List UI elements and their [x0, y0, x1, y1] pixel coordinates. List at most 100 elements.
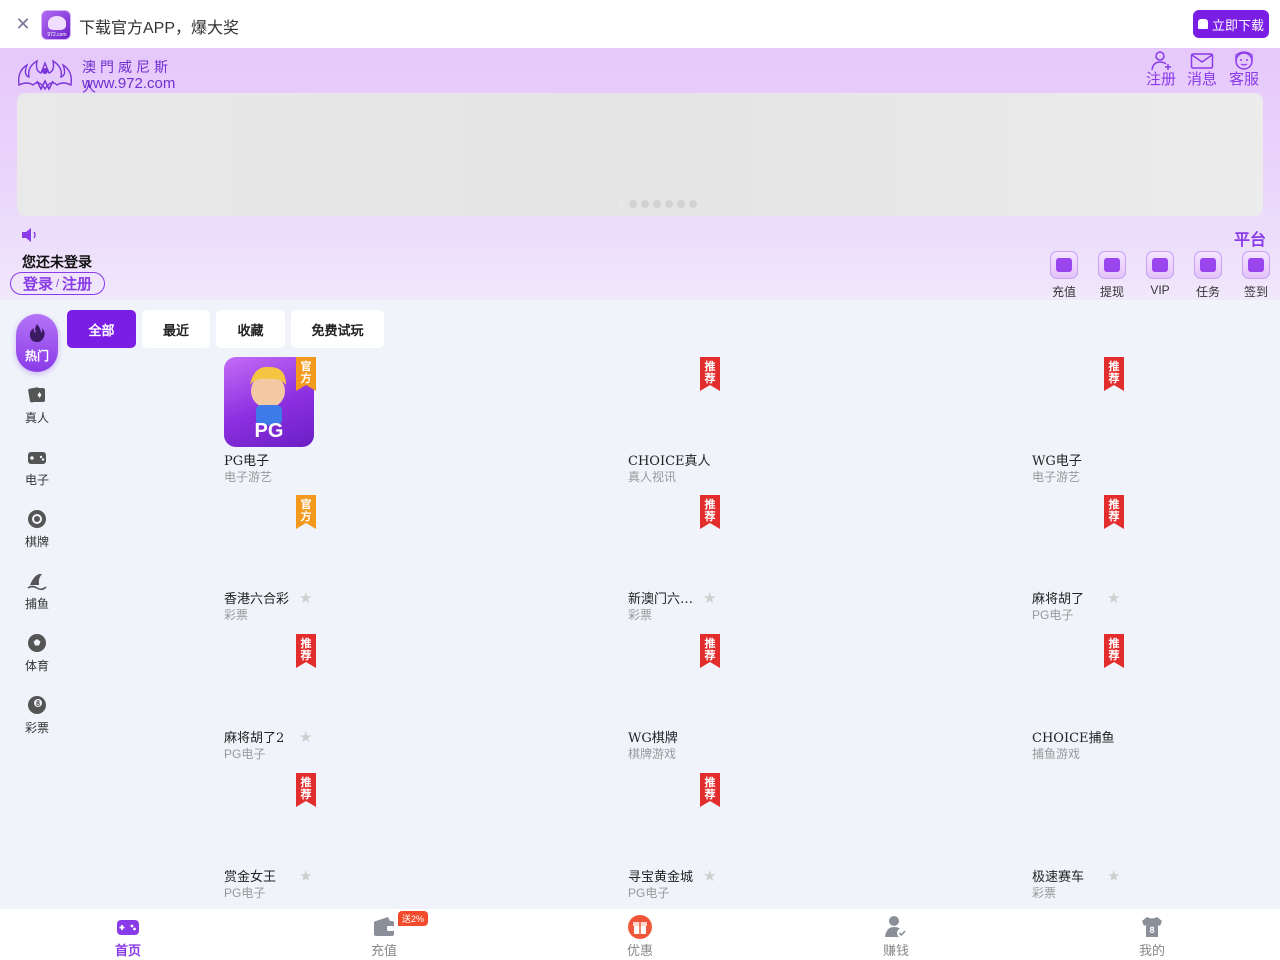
- carousel-dots: [617, 200, 697, 208]
- quick-vip-label: VIP: [1150, 283, 1170, 297]
- login-label: 登录: [22, 276, 53, 293]
- pg-logo-text: PG: [255, 420, 284, 442]
- game-card[interactable]: 推荐麻将胡了 ★ PG电子: [1032, 495, 1262, 625]
- favorite-star-icon[interactable]: ★: [1107, 589, 1120, 607]
- game-card[interactable]: 推荐 WG电子 电子游艺: [1032, 357, 1262, 487]
- category-live[interactable]: 真人: [16, 376, 58, 434]
- gamepad-icon: [28, 451, 46, 464]
- badge-char: 推: [705, 775, 716, 789]
- carousel-dot[interactable]: [641, 200, 649, 208]
- badge-char: 推: [705, 497, 716, 511]
- quick-checkin[interactable]: 签到: [1236, 251, 1276, 300]
- favorite-star-icon[interactable]: ★: [703, 589, 716, 607]
- game-card[interactable]: 推荐赏金女王 ★ PG电子: [224, 773, 454, 903]
- filter-free-trial[interactable]: 免费试玩: [291, 310, 384, 348]
- game-card[interactable]: 推荐 WG棋牌 棋牌游戏: [628, 634, 858, 764]
- game-title: 赏金女王: [224, 870, 277, 885]
- quick-recharge[interactable]: 充值: [1044, 251, 1084, 300]
- tab-home[interactable]: 首页: [98, 915, 158, 959]
- gamepad-icon: [117, 920, 139, 935]
- download-now-button[interactable]: 立即下载: [1193, 10, 1269, 38]
- carousel-dot[interactable]: [617, 200, 625, 208]
- category-slots-label: 电子: [24, 472, 49, 487]
- messages-button[interactable]: 消息: [1185, 50, 1219, 92]
- game-title: 麻将胡了: [1032, 592, 1085, 607]
- category-chess[interactable]: 棋牌: [16, 500, 58, 558]
- carousel-dot[interactable]: [665, 200, 673, 208]
- category-hot[interactable]: 热门: [16, 314, 58, 372]
- recommend-ribbon-badge: 推荐: [296, 634, 316, 668]
- favorite-star-icon[interactable]: ★: [299, 867, 312, 885]
- game-filter-tabs: 全部 最近 收藏 免费试玩: [67, 310, 384, 348]
- badge-char: 荐: [1108, 371, 1120, 385]
- register-header-button[interactable]: 注册: [1144, 50, 1178, 92]
- download-promo-text: 下载官方APP，爆大奖: [79, 20, 240, 37]
- carousel-dot[interactable]: [653, 200, 661, 208]
- favorite-star-icon[interactable]: ★: [299, 728, 312, 746]
- game-thumbnail[interactable]: [1032, 773, 1122, 863]
- customer-service-button[interactable]: 客服: [1227, 50, 1261, 92]
- game-card[interactable]: 推荐新澳门六… ★ 彩票: [628, 495, 858, 625]
- badge-char: 荐: [704, 371, 716, 385]
- winged-lion-logo-icon: [17, 59, 73, 91]
- close-icon[interactable]: ✕: [14, 14, 32, 34]
- recommend-ribbon-badge: 推荐: [700, 495, 720, 529]
- category-fishing[interactable]: 捕鱼: [16, 562, 58, 620]
- game-card[interactable]: 推荐麻将胡了2 ★ PG电子: [224, 634, 454, 764]
- filter-all[interactable]: 全部: [67, 310, 136, 348]
- carousel-dot[interactable]: [689, 200, 697, 208]
- tab-recharge[interactable]: 送2% 充值: [354, 911, 429, 959]
- cards-icon: [28, 386, 45, 402]
- category-sports-label: 体育: [24, 658, 49, 673]
- recommend-ribbon-badge: 推荐: [700, 773, 720, 807]
- carousel-dot[interactable]: [677, 200, 685, 208]
- quick-withdraw[interactable]: 提现: [1092, 251, 1132, 300]
- game-card[interactable]: PG 官方 PG电子 电子游艺: [224, 357, 454, 487]
- favorite-star-icon[interactable]: ★: [299, 589, 312, 607]
- login-register-button[interactable]: 登录 / 注册: [10, 272, 105, 295]
- android-icon: [1197, 19, 1208, 29]
- recommend-ribbon-badge: 推荐: [1104, 495, 1124, 529]
- gift-icon: [628, 915, 652, 939]
- filter-favorites[interactable]: 收藏: [216, 310, 285, 348]
- official-ribbon-badge: 官方: [296, 357, 316, 391]
- badge-char: 推: [705, 636, 716, 650]
- category-lottery-label: 彩票: [24, 720, 49, 735]
- game-card[interactable]: 推荐 CHOICE真人 真人视讯: [628, 357, 858, 487]
- chip-icon: [28, 509, 46, 528]
- game-card[interactable]: 推荐 CHOICE捕鱼 捕鱼游戏: [1032, 634, 1262, 764]
- download-now-label: 立即下载: [1211, 17, 1264, 33]
- favorite-star-icon[interactable]: ★: [703, 867, 716, 885]
- game-provider-label: 彩票: [628, 608, 653, 622]
- game-provider-label: 彩票: [1032, 886, 1057, 900]
- game-title: WG棋牌: [628, 731, 678, 746]
- category-slots[interactable]: 电子: [16, 438, 58, 496]
- category-hot-label: 热门: [24, 348, 49, 363]
- recommend-ribbon-badge: 推荐: [700, 357, 720, 391]
- site-logo[interactable]: 澳門威尼斯人 www.972.com: [15, 53, 185, 96]
- tab-promotions[interactable]: 优惠: [610, 915, 670, 959]
- quick-task-label: 任务: [1195, 285, 1220, 299]
- badge-char: 荐: [300, 648, 312, 662]
- game-card[interactable]: 推荐寻宝黄金城 ★ PG电子: [628, 773, 858, 903]
- category-lottery[interactable]: 彩票: [16, 686, 58, 744]
- game-card[interactable]: 极速赛车 ★ 彩票: [1032, 773, 1262, 903]
- badge-char: 推: [1109, 359, 1120, 373]
- badge-char: 荐: [1108, 648, 1120, 662]
- quick-vip[interactable]: VIP: [1140, 251, 1180, 297]
- tab-earn[interactable]: 赚钱: [866, 915, 926, 959]
- favorite-star-icon[interactable]: ★: [1107, 867, 1120, 885]
- wallet-icon: [1050, 251, 1078, 279]
- platform-label[interactable]: 平台: [1234, 226, 1266, 250]
- recommend-ribbon-badge: 推荐: [1104, 357, 1124, 391]
- carousel-dot[interactable]: [629, 200, 637, 208]
- tab-profile[interactable]: 8 我的: [1122, 915, 1182, 959]
- promo-carousel[interactable]: [17, 93, 1263, 216]
- game-title: 寻宝黄金城: [628, 870, 694, 885]
- category-sports[interactable]: 体育: [16, 624, 58, 682]
- quick-task[interactable]: 任务: [1188, 251, 1228, 300]
- official-ribbon-badge: 官方: [296, 495, 316, 529]
- speaker-icon[interactable]: [20, 226, 40, 244]
- game-card[interactable]: 官方香港六合彩 ★ 彩票: [224, 495, 454, 625]
- filter-recent[interactable]: 最近: [142, 310, 210, 348]
